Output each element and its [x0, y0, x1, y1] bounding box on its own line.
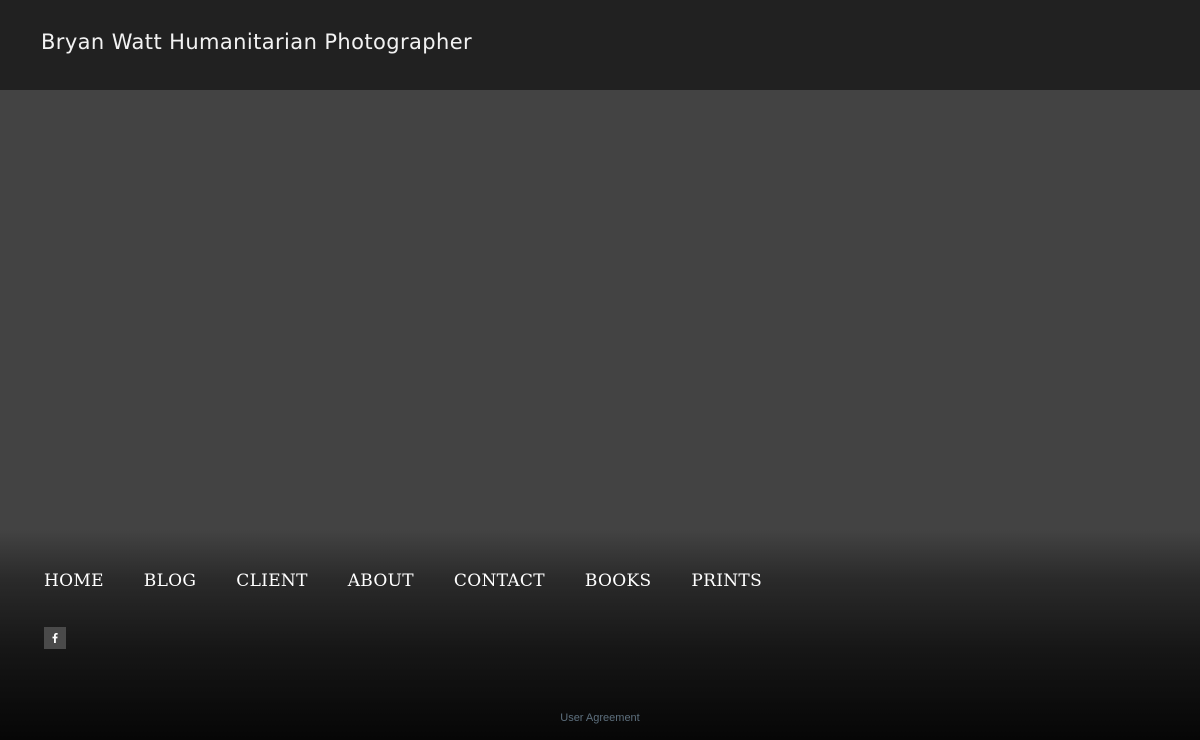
nav-item-contact[interactable]: CONTACT	[454, 570, 545, 592]
nav-item-home[interactable]: HOME	[44, 570, 104, 592]
user-agreement-link[interactable]: User Agreement	[0, 712, 1200, 724]
main-nav: HOME BLOG CLIENT ABOUT CONTACT BOOKS PRI…	[44, 570, 802, 592]
nav-item-blog[interactable]: BLOG	[144, 570, 197, 592]
nav-item-about[interactable]: ABOUT	[348, 570, 414, 592]
nav-item-client[interactable]: CLIENT	[236, 570, 307, 592]
site-title[interactable]: Bryan Watt Humanitarian Photographer	[41, 30, 472, 54]
site-header: Bryan Watt Humanitarian Photographer	[0, 0, 1200, 90]
facebook-icon	[51, 633, 59, 643]
nav-item-books[interactable]: BOOKS	[585, 570, 652, 592]
nav-item-prints[interactable]: PRINTS	[691, 570, 762, 592]
page: Bryan Watt Humanitarian Photographer HOM…	[0, 0, 1200, 740]
hero-image-area	[0, 90, 1200, 540]
footer	[0, 530, 1200, 740]
facebook-button[interactable]	[44, 627, 66, 649]
